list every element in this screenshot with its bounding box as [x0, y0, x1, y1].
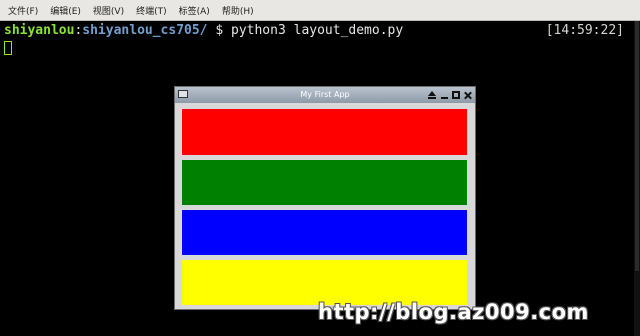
menu-terminal[interactable]: 终端(T): [130, 4, 173, 17]
app-window: My First App: [174, 86, 476, 310]
yellow-panel: [182, 260, 467, 305]
desktop-screen: 文件(F) 编辑(E) 视图(V) 终端(T) 标签(A) 帮助(H) shiy…: [0, 0, 640, 336]
close-icon[interactable]: [463, 91, 472, 100]
command-text: python3 layout_demo.py: [231, 23, 404, 38]
shade-icon[interactable]: [428, 90, 437, 100]
prompt-clock: [14:59:22]: [545, 23, 624, 38]
maximize-icon[interactable]: [452, 91, 460, 99]
red-panel: [182, 109, 467, 155]
menu-edit[interactable]: 编辑(E): [44, 4, 87, 17]
window-title: My First App: [300, 90, 350, 99]
menu-view[interactable]: 视图(V): [87, 4, 130, 17]
menu-tabs[interactable]: 标签(A): [173, 4, 216, 17]
terminal-scrollbar[interactable]: [634, 21, 640, 336]
watermark-text: http://blog.az009.com: [318, 300, 589, 324]
blue-panel: [182, 210, 467, 255]
menu-help[interactable]: 帮助(H): [216, 4, 260, 17]
window-menu-icon[interactable]: [178, 90, 188, 98]
green-panel: [182, 160, 467, 205]
prompt-path: shiyanlou_cs705/: [82, 23, 208, 38]
menu-file[interactable]: 文件(F): [0, 4, 44, 17]
minimize-icon[interactable]: [440, 91, 449, 100]
terminal-cursor: [4, 41, 12, 55]
prompt-symbol: $: [207, 23, 231, 38]
scrollbar-thumb[interactable]: [635, 21, 639, 271]
prompt-user: shiyanlou: [4, 23, 75, 38]
window-controls: [428, 88, 472, 102]
prompt-line: shiyanlou:shiyanlou_cs705/ $ python3 lay…: [4, 23, 403, 38]
terminal-menubar: 文件(F) 编辑(E) 视图(V) 终端(T) 标签(A) 帮助(H): [0, 0, 640, 21]
window-titlebar[interactable]: My First App: [175, 87, 475, 103]
